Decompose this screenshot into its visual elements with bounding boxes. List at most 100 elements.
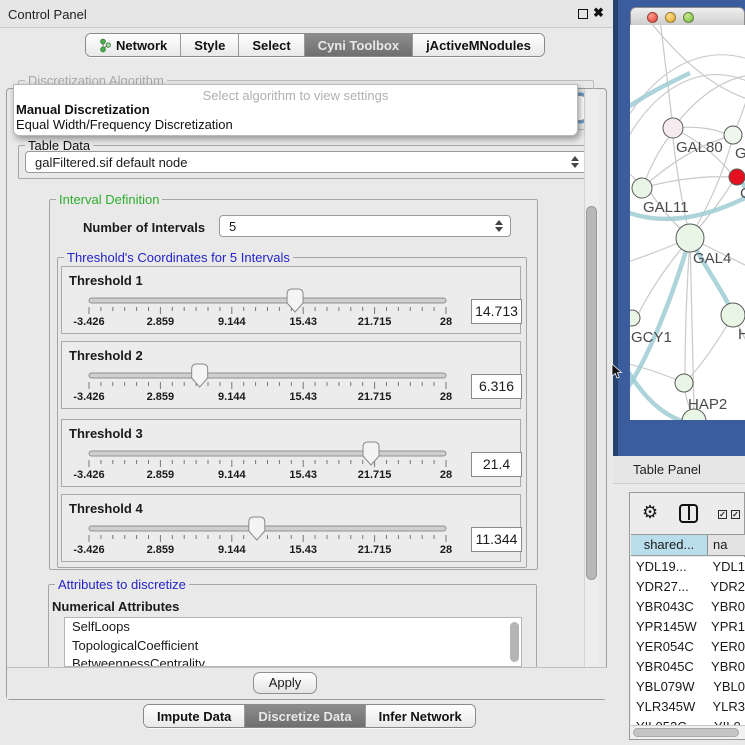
threshold-value-field[interactable]: 21.4 xyxy=(471,452,522,477)
columns-icon[interactable] xyxy=(679,504,698,523)
svg-text:-3.426: -3.426 xyxy=(73,544,104,556)
table-row[interactable]: YIL052CYIL0 xyxy=(631,717,745,725)
table-row[interactable]: YBR043CYBR0 xyxy=(631,597,745,617)
table-row[interactable]: YLR345WYLR3 xyxy=(631,697,745,717)
attribute-item[interactable]: TopologicalCoefficient xyxy=(65,637,521,656)
svg-text:15.43: 15.43 xyxy=(289,391,317,403)
tab-label: Impute Data xyxy=(157,709,231,724)
threshold-value-field[interactable]: 11.344 xyxy=(471,527,522,552)
svg-text:2.859: 2.859 xyxy=(147,391,175,403)
cell-name[interactable]: YBR0 xyxy=(705,597,745,617)
cell-name[interactable]: YBL0 xyxy=(707,677,745,697)
network-node-GCY1 xyxy=(630,310,640,326)
attribute-item[interactable]: SelfLoops xyxy=(65,618,521,637)
column-header-name[interactable]: na xyxy=(708,535,745,555)
network-node-HAP2 xyxy=(675,374,693,392)
table-row[interactable]: YER054CYER0 xyxy=(631,637,745,657)
table-data-selected: galFiltered.sif default node xyxy=(35,155,187,170)
tab-discretize-data[interactable]: Discretize Data xyxy=(244,705,364,727)
table-data-combobox[interactable]: galFiltered.sif default node xyxy=(25,151,587,173)
apply-button[interactable]: Apply xyxy=(253,672,317,694)
svg-text:15.43: 15.43 xyxy=(289,469,317,481)
tab-label: Style xyxy=(194,38,225,53)
threshold-value-field[interactable]: 14.713 xyxy=(471,299,522,324)
cell-shared-name[interactable]: YIL052C xyxy=(631,717,708,725)
cell-shared-name[interactable]: YLR345W xyxy=(631,697,706,717)
panel-scrollbar-thumb[interactable] xyxy=(586,206,597,580)
control-panel-titlebar: Control Panel ✖ xyxy=(0,0,613,28)
numerical-attributes-list[interactable]: SelfLoopsTopologicalCoefficientBetweenne… xyxy=(64,617,522,667)
node-label: GAL4 xyxy=(693,250,731,267)
network-node-GAL11 xyxy=(632,178,652,198)
panel-title: Control Panel xyxy=(8,7,87,22)
list-scrollbar[interactable] xyxy=(510,622,519,662)
svg-text:21.715: 21.715 xyxy=(358,469,392,481)
network-node-C xyxy=(729,169,745,185)
tab-style[interactable]: Style xyxy=(180,34,238,56)
threshold-value-field[interactable]: 6.316 xyxy=(471,374,522,399)
tab-cyni-toolbox[interactable]: Cyni Toolbox xyxy=(304,34,412,56)
network-canvas[interactable]: GAL80GACGAL11GAL4GCY1HHAP2 xyxy=(630,25,745,420)
cell-name[interactable]: YBR0 xyxy=(705,657,745,677)
network-node-GA xyxy=(724,126,742,144)
algorithm-dropdown-popup: Select algorithm to view settings Manual… xyxy=(13,84,578,136)
threshold-panel-4: Threshold 4-3.4262.8599.14415.4321.71528… xyxy=(61,494,521,562)
threshold-slider[interactable]: -3.4262.8599.14415.4321.71528 xyxy=(62,281,522,335)
group-title-interval-definition: Interval Definition xyxy=(56,192,162,207)
table-row[interactable]: YBL079WYBL0 xyxy=(631,677,745,697)
cell-shared-name[interactable]: YBL079W xyxy=(631,677,707,697)
tab-network[interactable]: Network xyxy=(86,34,180,56)
cell-name[interactable]: YLR3 xyxy=(706,697,745,717)
float-panel-icon[interactable] xyxy=(578,9,588,19)
close-icon[interactable]: ✖ xyxy=(593,5,604,21)
cell-shared-name[interactable]: YBR045C xyxy=(631,657,705,677)
cell-shared-name[interactable]: YDR27... xyxy=(631,577,704,597)
tab-impute-data[interactable]: Impute Data xyxy=(144,705,244,727)
table-row[interactable]: YDL19...YDL1 xyxy=(631,557,745,577)
dropdown-option-manual-discretization[interactable]: Manual Discretization xyxy=(14,102,577,117)
cell-name[interactable]: YDR2 xyxy=(704,577,745,597)
tab-label: Select xyxy=(252,38,290,53)
cell-shared-name[interactable]: YDL19... xyxy=(631,557,706,577)
minimize-traffic-light-icon[interactable] xyxy=(665,12,676,23)
node-label: H xyxy=(738,326,745,343)
threshold-slider[interactable]: -3.4262.8599.14415.4321.71528 xyxy=(62,434,522,488)
threshold-panel-1: Threshold 1-3.4262.8599.14415.4321.71528… xyxy=(61,266,521,334)
tab-infer-network[interactable]: Infer Network xyxy=(365,705,475,727)
table-rows: YDL19...YDL1YDR27...YDR2YBR043CYBR0YPR14… xyxy=(631,557,745,725)
tab-label: Infer Network xyxy=(379,709,462,724)
table-row[interactable]: YPR145WYPR1 xyxy=(631,617,745,637)
dropdown-option-equal-width-frequency-discretization[interactable]: Equal Width/Frequency Discretization xyxy=(14,117,577,132)
table-hscrollbar-track[interactable] xyxy=(631,725,745,739)
table-row[interactable]: YDR27...YDR2 xyxy=(631,577,745,597)
cell-name[interactable]: YDL1 xyxy=(706,557,745,577)
number-of-intervals-combobox[interactable]: 5 xyxy=(219,215,511,237)
zoom-traffic-light-icon[interactable] xyxy=(683,12,694,23)
table-row[interactable]: YBR045CYBR0 xyxy=(631,657,745,677)
network-node-H xyxy=(721,303,745,327)
cell-shared-name[interactable]: YER054C xyxy=(631,637,705,657)
network-window-titlebar[interactable] xyxy=(631,8,745,26)
threshold-slider[interactable]: -3.4262.8599.14415.4321.71528 xyxy=(62,509,522,563)
control-panel: Control Panel ✖ Network Style Select Cyni T… xyxy=(0,0,613,745)
close-traffic-light-icon[interactable] xyxy=(647,12,658,23)
attribute-item[interactable]: BetweennessCentrality xyxy=(65,655,521,667)
cell-shared-name[interactable]: YBR043C xyxy=(631,597,705,617)
cell-name[interactable]: YIL0 xyxy=(708,717,745,725)
select-all-checkbox-icon[interactable]: ✓ xyxy=(718,510,727,519)
cell-shared-name[interactable]: YPR145W xyxy=(631,617,705,637)
table-hscrollbar-thumb[interactable] xyxy=(633,728,739,737)
gear-icon[interactable]: ⚙ xyxy=(642,502,658,523)
cell-name[interactable]: YPR1 xyxy=(705,617,745,637)
node-label: C xyxy=(740,185,745,202)
svg-text:9.144: 9.144 xyxy=(218,391,246,403)
deselect-checkbox-icon[interactable]: ✓ xyxy=(731,510,740,519)
top-tab-bar: Network Style Select Cyni ToolboxjActiveMNo… xyxy=(85,33,545,57)
tab-select[interactable]: Select xyxy=(238,34,303,56)
threshold-slider[interactable]: -3.4262.8599.14415.4321.71528 xyxy=(62,356,522,410)
tab-jactivemnodules[interactable]: jActiveMNodules xyxy=(412,34,544,56)
column-header-shared-name[interactable]: shared... xyxy=(631,535,708,555)
slider-thumb xyxy=(249,517,265,540)
cell-name[interactable]: YER0 xyxy=(705,637,745,657)
svg-text:28: 28 xyxy=(440,469,452,481)
